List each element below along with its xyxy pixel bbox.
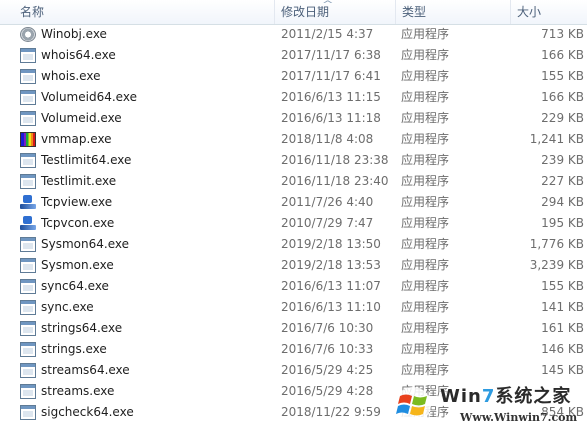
file-date: 2016/7/6 10:33 [281,342,374,356]
watermark-title: Win7系统之家 [440,386,572,407]
file-type: 应用程序 [401,195,450,209]
file-type: 应用程序 [401,132,450,146]
file-date: 2017/11/17 6:41 [281,69,381,83]
file-name: sync64.exe [41,279,109,293]
file-row[interactable]: whois.exe 2017/11/17 6:41 应用程序 155 KB [0,66,587,87]
file-name: Volumeid.exe [41,111,122,125]
file-date: 2019/2/18 13:50 [281,237,381,251]
file-name: Testlimit64.exe [41,153,132,167]
file-size: 146 KB [541,342,584,356]
column-header-name[interactable]: 名称 [0,0,275,24]
file-type: 应用程序 [401,300,450,314]
file-date: 2018/11/22 9:59 [281,405,381,419]
windows-logo-icon [395,387,431,423]
file-size: 166 KB [541,90,584,104]
file-row[interactable]: strings.exe 2016/7/6 10:33 应用程序 146 KB [0,339,587,360]
file-date: 2016/7/6 10:30 [281,321,374,335]
file-date: 2011/2/15 4:37 [281,27,374,41]
file-date: 2016/6/13 11:10 [281,300,381,314]
file-type: 应用程序 [401,48,450,62]
file-type: 应用程序 [401,258,450,272]
file-name: Testlimit.exe [41,174,117,188]
file-name: streams.exe [41,384,115,398]
file-type: 应用程序 [401,27,450,41]
file-type: 应用程序 [401,216,450,230]
file-name: sigcheck64.exe [41,405,134,419]
file-date: 2018/11/8 4:08 [281,132,374,146]
file-size: 239 KB [541,153,584,167]
file-row[interactable]: Sysmon.exe 2019/2/18 13:53 应用程序 3,239 KB [0,255,587,276]
file-date: 2016/11/18 23:40 [281,174,389,188]
file-name: strings64.exe [41,321,123,335]
file-size: 713 KB [541,27,584,41]
file-size: 141 KB [541,300,584,314]
file-name: Sysmon.exe [41,258,114,272]
file-type: 应用程序 [401,174,450,188]
file-size: 294 KB [541,195,584,209]
file-name: Tcpvcon.exe [41,216,115,230]
file-row[interactable]: sync.exe 2016/6/13 11:10 应用程序 141 KB [0,297,587,318]
file-row[interactable]: Tcpview.exe 2011/7/26 4:40 应用程序 294 KB [0,192,587,213]
file-list: Winobj.exe 2011/2/15 4:37 应用程序 713 KB whois6… [0,24,587,423]
file-type: 应用程序 [401,69,450,83]
file-date: 2016/6/13 11:07 [281,279,381,293]
file-row[interactable]: vmmap.exe 2018/11/8 4:08 应用程序 1,241 KB [0,129,587,150]
file-row[interactable]: Winobj.exe 2011/2/15 4:37 应用程序 713 KB [0,24,587,45]
file-name: Sysmon64.exe [41,237,129,251]
file-row[interactable]: Tcpvcon.exe 2010/7/29 7:47 应用程序 195 KB [0,213,587,234]
file-name: sync.exe [41,300,94,314]
file-date: 2019/2/18 13:53 [281,258,381,272]
watermark: Win7系统之家 Www.Winwin7.com [384,378,587,432]
file-date: 2016/11/18 23:38 [281,153,389,167]
file-size: 166 KB [541,48,584,62]
column-header-type[interactable]: 类型 [396,0,511,24]
file-name: Volumeid64.exe [41,90,137,104]
file-date: 2010/7/29 7:47 [281,216,374,230]
file-name: strings.exe [41,342,107,356]
file-name: streams64.exe [41,363,130,377]
file-size: 3,239 KB [529,258,584,272]
file-row[interactable]: Volumeid64.exe 2016/6/13 11:15 应用程序 166 KB [0,87,587,108]
file-type: 应用程序 [401,111,450,125]
file-type: 应用程序 [401,321,450,335]
file-row[interactable]: sync64.exe 2016/6/13 11:07 应用程序 155 KB [0,276,587,297]
column-header-date[interactable]: 修改日期 [275,0,396,24]
file-size: 195 KB [541,216,584,230]
file-date: 2011/7/26 4:40 [281,195,374,209]
watermark-url: Www.Winwin7.com [460,411,578,424]
file-type: 应用程序 [401,153,450,167]
file-date: 2017/11/17 6:38 [281,48,381,62]
file-size: 1,776 KB [529,237,584,251]
file-size: 229 KB [541,111,584,125]
file-name: vmmap.exe [41,132,112,146]
file-date: 2016/5/29 4:28 [281,384,374,398]
file-row[interactable]: Testlimit64.exe 2016/11/18 23:38 应用程序 239 K… [0,150,587,171]
file-row[interactable]: strings64.exe 2016/7/6 10:30 应用程序 161 KB [0,318,587,339]
file-type: 应用程序 [401,279,450,293]
column-header-size[interactable]: 大小 [511,0,587,24]
file-date: 2016/6/13 11:18 [281,111,381,125]
file-type: 应用程序 [401,342,450,356]
file-name: Winobj.exe [41,27,107,41]
file-size: 161 KB [541,321,584,335]
file-name: Tcpview.exe [41,195,113,209]
file-row[interactable]: Volumeid.exe 2016/6/13 11:18 应用程序 229 KB [0,108,587,129]
file-row[interactable]: Sysmon64.exe 2019/2/18 13:50 应用程序 1,776 KB [0,234,587,255]
file-type: 应用程序 [401,90,450,104]
column-header: 名称 ^ 修改日期 类型 大小 [0,0,587,25]
file-name: whois64.exe [41,48,116,62]
file-size: 227 KB [541,174,584,188]
file-date: 2016/6/13 11:15 [281,90,381,104]
file-date: 2016/5/29 4:25 [281,363,374,377]
file-row[interactable]: whois64.exe 2017/11/17 6:38 应用程序 166 KB [0,45,587,66]
file-size: 1,241 KB [529,132,584,146]
file-type: 应用程序 [401,237,450,251]
file-name: whois.exe [41,69,101,83]
file-size: 155 KB [541,69,584,83]
file-size: 155 KB [541,279,584,293]
file-row[interactable]: Testlimit.exe 2016/11/18 23:40 应用程序 227 KB [0,171,587,192]
